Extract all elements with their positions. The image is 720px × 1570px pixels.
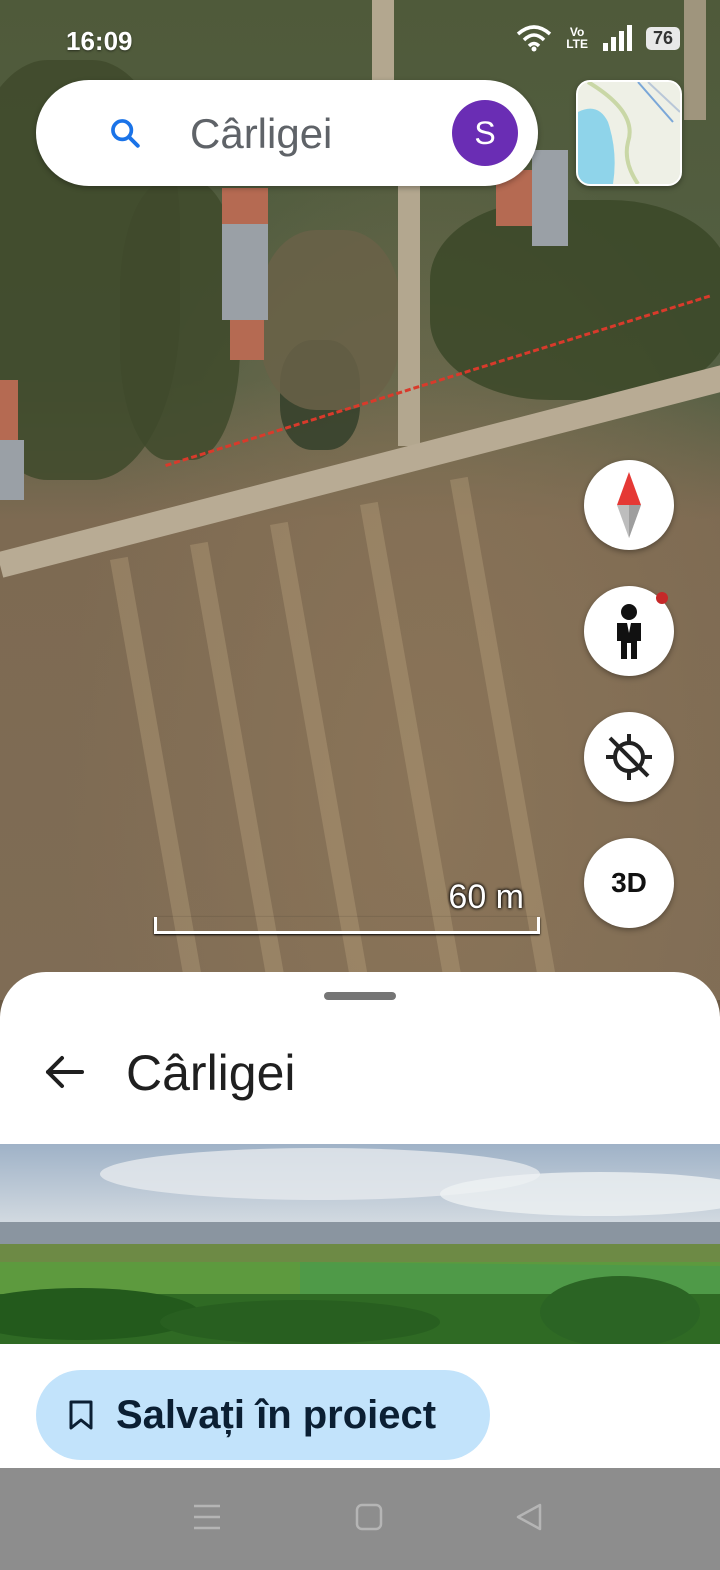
clock: 16:09 bbox=[66, 26, 133, 56]
location-off-icon bbox=[606, 734, 652, 780]
back-arrow-icon[interactable] bbox=[40, 1048, 88, 1096]
system-navigation-bar bbox=[0, 1468, 720, 1570]
account-avatar[interactable]: S bbox=[452, 100, 518, 166]
layers-button[interactable] bbox=[576, 80, 682, 186]
map-thumbnail-icon bbox=[578, 82, 680, 184]
volte-indicator: Vo LTE bbox=[566, 25, 588, 51]
landscape-photo bbox=[0, 1144, 720, 1344]
roof bbox=[532, 150, 568, 246]
search-query: Cârligei bbox=[190, 110, 333, 157]
yard bbox=[260, 230, 400, 410]
search-bar[interactable]: Cârligei S bbox=[36, 80, 538, 186]
home-icon[interactable] bbox=[354, 1502, 384, 1532]
pegman-icon bbox=[617, 604, 641, 659]
compass-button[interactable] bbox=[584, 460, 674, 550]
signal-icon bbox=[602, 25, 632, 51]
drag-handle[interactable] bbox=[324, 992, 396, 1000]
compass-icon bbox=[617, 472, 641, 538]
street-view-button[interactable] bbox=[584, 586, 674, 676]
scale-label: 60 m bbox=[448, 878, 524, 916]
roof bbox=[222, 224, 268, 320]
place-photo[interactable] bbox=[0, 1144, 720, 1344]
scale-bar: 60 m bbox=[154, 878, 540, 934]
scale-ruler bbox=[154, 917, 540, 934]
roof bbox=[0, 380, 18, 440]
recent-apps-icon[interactable] bbox=[192, 1502, 222, 1532]
notification-dot bbox=[656, 592, 668, 604]
back-nav-icon[interactable] bbox=[514, 1502, 544, 1532]
save-button-label: Salvați în proiect bbox=[116, 1392, 437, 1437]
roof bbox=[222, 188, 268, 224]
search-icon bbox=[111, 119, 140, 148]
3d-toggle-button[interactable]: 3D bbox=[584, 838, 674, 928]
save-to-project-button[interactable]: Salvați în proiect bbox=[36, 1370, 490, 1460]
bookmark-icon bbox=[69, 1400, 93, 1430]
place-title: Cârligei bbox=[126, 1045, 296, 1101]
place-bottom-sheet[interactable]: Cârligei Salvați în proiect bbox=[0, 972, 720, 1472]
status-bar: 16:09 Vo LTE 76 bbox=[0, 0, 720, 80]
my-location-button[interactable] bbox=[584, 712, 674, 802]
roof bbox=[230, 320, 264, 360]
road bbox=[398, 186, 420, 446]
status-icons: Vo LTE 76 bbox=[516, 24, 680, 52]
wifi-icon bbox=[517, 25, 552, 52]
roof bbox=[0, 440, 24, 500]
battery-indicator: 76 bbox=[645, 26, 680, 50]
